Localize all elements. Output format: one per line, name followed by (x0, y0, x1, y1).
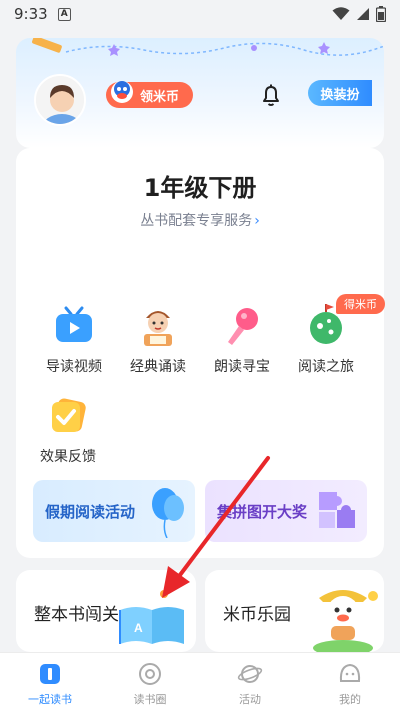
chevron-right-icon: › (254, 213, 260, 229)
feature-label: 朗读寻宝 (214, 359, 270, 375)
whole-book-challenge-label: 整本书闯关 (34, 605, 119, 625)
planet-icon (237, 665, 263, 683)
dress-up-button[interactable]: 换装扮 (308, 80, 372, 106)
check-badge-icon (52, 398, 86, 432)
feature-label: 导读视频 (46, 359, 102, 375)
mascot-icon (111, 81, 133, 103)
bottom-tab-bar: 一起读书 读书圈 活动 我的 (0, 652, 400, 710)
holiday-reading-banner[interactable]: 假期阅读活动 (33, 480, 195, 542)
balloon-icon (152, 488, 184, 538)
feature-effect-feedback[interactable]: 效果反馈 (28, 394, 108, 466)
puzzle-icon (319, 492, 355, 528)
battery-icon (376, 6, 386, 22)
decorative-pencil-icon (32, 38, 384, 56)
svg-text:A: A (134, 621, 143, 635)
feature-guide-video[interactable]: 导读视频 (34, 304, 114, 376)
feature-label: 效果反馈 (40, 449, 96, 465)
tab-read-together[interactable]: 一起读书 (0, 653, 100, 710)
feature-reading-journey[interactable]: 阅读之旅 (286, 304, 366, 376)
feature-reading-treasure[interactable]: 朗读寻宝 (202, 304, 282, 376)
coin-paradise-label: 米币乐园 (223, 605, 291, 625)
book-icon (40, 664, 60, 684)
book-service-link[interactable]: 丛书配套专享服务 › (16, 210, 384, 230)
whole-book-challenge-card[interactable]: 整本书闯关 A (16, 570, 196, 652)
book-title: 1年级下册 (143, 174, 257, 202)
tab-activities[interactable]: 活动 (200, 653, 300, 710)
tab-label: 一起读书 (28, 693, 72, 706)
coin-paradise-card[interactable]: 米币乐园 (205, 570, 384, 652)
mascot-cow-icon (313, 590, 378, 652)
feature-classic-recitation[interactable]: 经典诵读 (118, 304, 198, 376)
signal-icon (357, 8, 369, 20)
earn-coin-label: 领米币 (140, 89, 180, 105)
wifi-icon (332, 7, 350, 20)
notification-icon: A (57, 7, 71, 21)
smiley-icon (339, 663, 361, 682)
tv-play-icon (56, 306, 92, 342)
holiday-reading-label: 假期阅读活动 (45, 502, 136, 521)
circle-icon (139, 663, 161, 685)
bell-icon[interactable] (258, 82, 284, 108)
tab-label: 我的 (339, 693, 361, 706)
puzzle-prize-banner[interactable]: 集拼图开大奖 (205, 480, 367, 542)
avatar[interactable] (34, 74, 86, 126)
feature-label: 阅读之旅 (298, 359, 354, 375)
open-book-icon: A (119, 590, 184, 644)
tab-reading-circle[interactable]: 读书圈 (100, 653, 200, 710)
tab-label: 活动 (239, 693, 261, 706)
microphone-icon (228, 308, 258, 345)
status-icons (332, 6, 386, 22)
tab-mine[interactable]: 我的 (300, 653, 400, 710)
status-bar: 9:33 A (0, 0, 400, 28)
earn-coin-badge: 得米币 (336, 294, 385, 314)
feature-label: 经典诵读 (130, 359, 186, 375)
puzzle-prize-label: 集拼图开大奖 (217, 502, 308, 521)
dress-up-label: 换装扮 (320, 87, 360, 103)
book-service-label: 丛书配套专享服务 (140, 213, 253, 229)
reading-kid-icon (144, 311, 172, 346)
status-time: 9:33 (14, 5, 48, 23)
tab-label: 读书圈 (133, 693, 167, 706)
